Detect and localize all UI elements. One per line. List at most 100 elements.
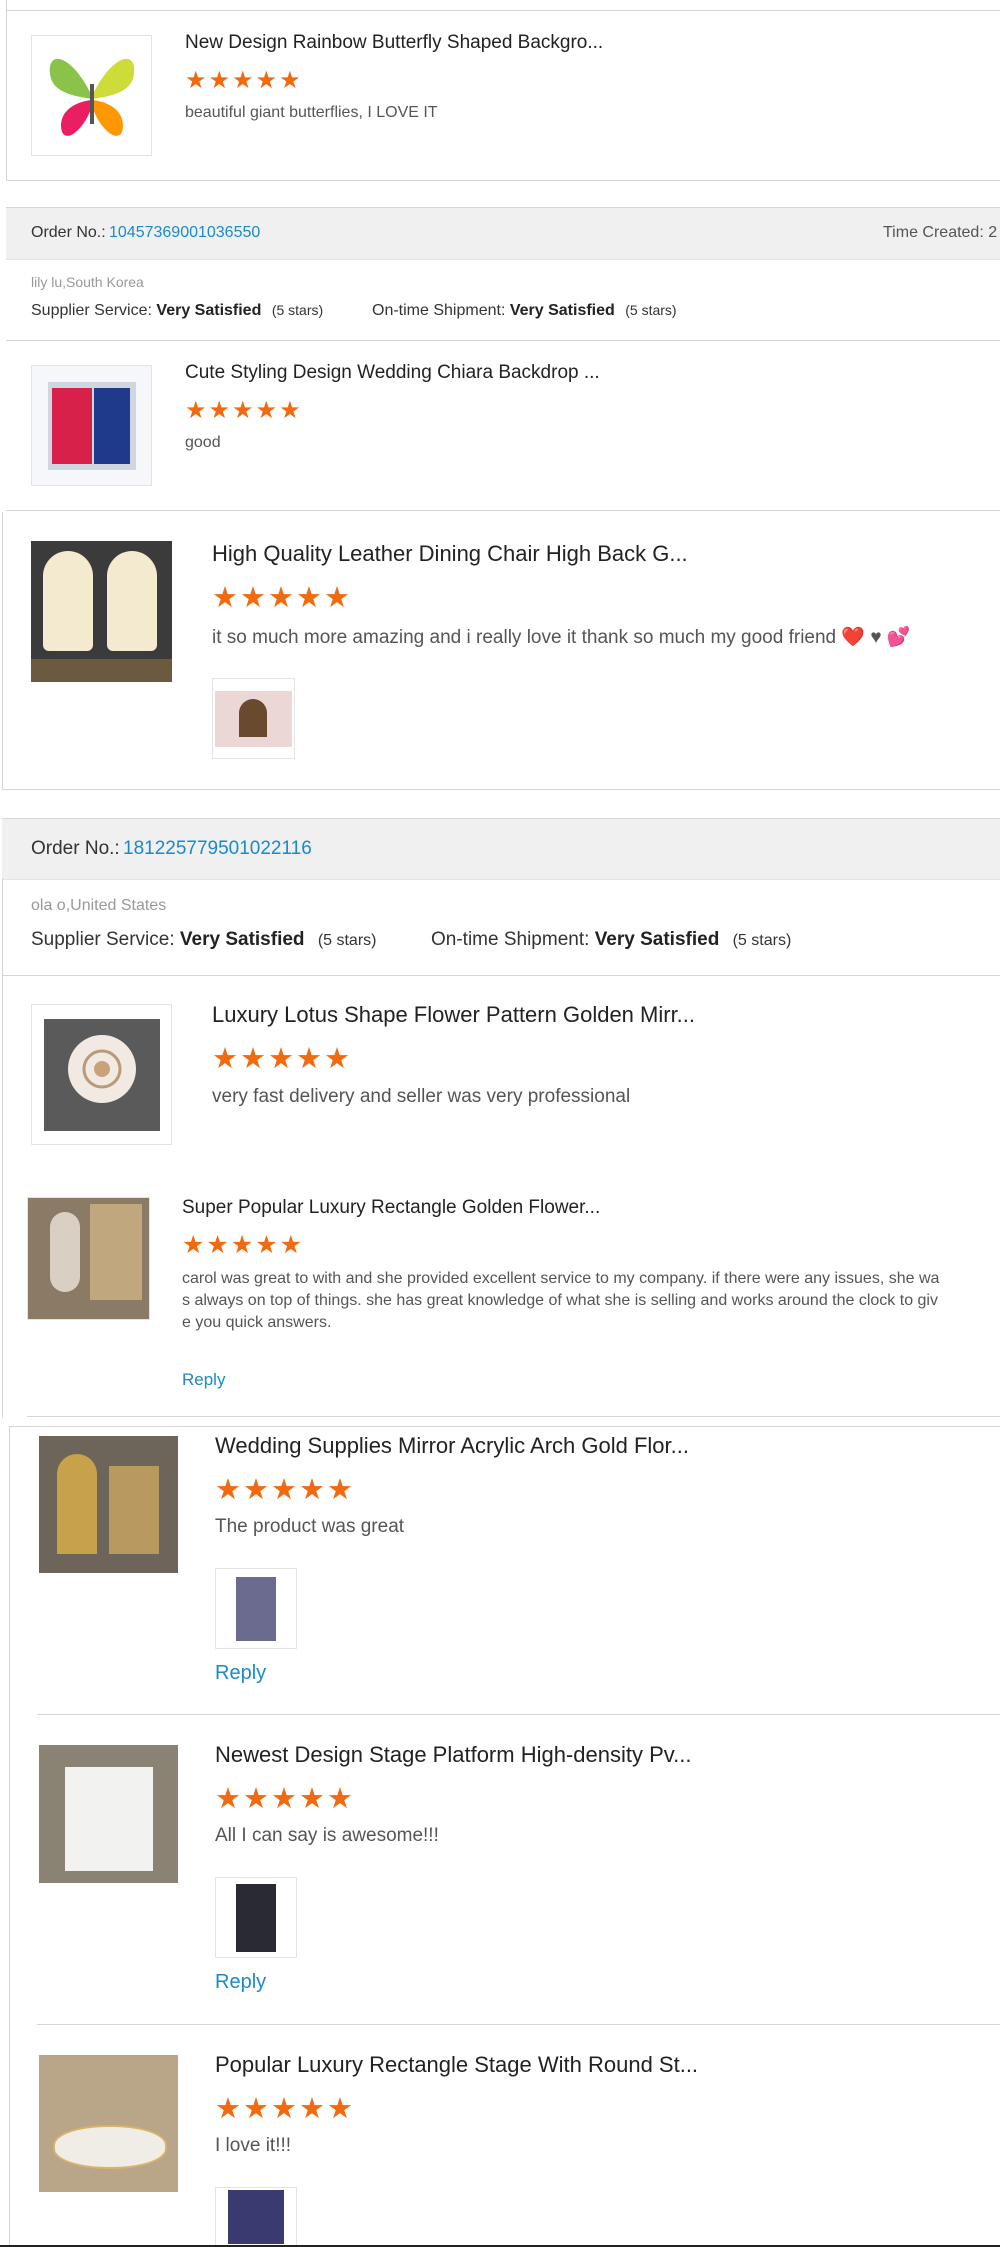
- floor: [31, 659, 172, 682]
- product-title[interactable]: High Quality Leather Dining Chair High B…: [212, 541, 688, 567]
- supplier-service-rating: Supplier Service: Very Satisfied (5 star…: [31, 302, 323, 320]
- divider: [6, 340, 1000, 341]
- review-photo[interactable]: [215, 2187, 297, 2247]
- order-header: Order No.: 10457369001036550 Time Create…: [6, 207, 1000, 260]
- shipment-value: Very Satisfied: [594, 929, 720, 950]
- buyer-info: ola o,United States: [31, 897, 167, 914]
- divider: [6, 180, 1000, 181]
- divider: [37, 2024, 1000, 2025]
- divider: [6, 10, 1000, 11]
- chair-back-left: [43, 551, 93, 651]
- product-title[interactable]: Wedding Supplies Mirror Acrylic Arch Gol…: [215, 1433, 689, 1459]
- order-label: Order No.:: [31, 838, 120, 859]
- shipment-stars: (5 stars): [732, 932, 792, 949]
- product-image-chair[interactable]: [31, 541, 172, 682]
- shipment-label: On-time Shipment:: [372, 302, 506, 319]
- divider: [6, 510, 1000, 511]
- product-photo: [44, 1019, 160, 1131]
- divider: [9, 1426, 10, 2247]
- product-title[interactable]: Cute Styling Design Wedding Chiara Backd…: [185, 362, 600, 384]
- divider: [37, 1714, 1000, 1715]
- rating-stars: ★★★★★: [212, 1043, 352, 1075]
- review-photo-img: [236, 1577, 276, 1641]
- supplier-service-value: Very Satisfied: [156, 302, 262, 319]
- review-text: I love it!!!: [215, 2135, 292, 2156]
- rating-stars: ★★★★★: [215, 1474, 355, 1506]
- product-title[interactable]: Super Popular Luxury Rectangle Golden Fl…: [182, 1197, 600, 1219]
- supplier-service-stars: (5 stars): [271, 302, 324, 318]
- review-text: it so much more amazing and i really lov…: [212, 627, 911, 648]
- stage-round: [53, 2125, 167, 2169]
- product-image-backdrop[interactable]: [31, 365, 152, 486]
- rating-stars: ★★★★★: [212, 582, 352, 614]
- supplier-service-stars: (5 stars): [317, 932, 377, 949]
- product-title[interactable]: Popular Luxury Rectangle Stage With Roun…: [215, 2052, 698, 2078]
- review-text: The product was great: [215, 1516, 405, 1537]
- product-image-arch[interactable]: [39, 1436, 178, 1573]
- blue-panel: [94, 388, 130, 464]
- stage-block: [65, 1767, 153, 1871]
- product-title[interactable]: Luxury Lotus Shape Flower Pattern Golden…: [212, 1002, 695, 1028]
- review-photo-img: [236, 1884, 276, 1952]
- divider: [27, 1416, 1000, 1417]
- red-panel: [52, 388, 92, 464]
- review-text: very fast delivery and seller was very p…: [212, 1086, 631, 1107]
- supplier-service-rating: Supplier Service: Very Satisfied (5 star…: [31, 929, 376, 951]
- review-text: good: [185, 434, 221, 451]
- lotus-icon: [68, 1035, 136, 1103]
- review-photo[interactable]: [212, 678, 295, 759]
- chair-back-right: [107, 551, 157, 651]
- rating-stars: ★★★★★: [185, 397, 303, 424]
- order-label: Order No.:: [31, 224, 106, 241]
- order-number-link[interactable]: 181225779501022116: [123, 838, 312, 860]
- product-title[interactable]: New Design Rainbow Butterfly Shaped Back…: [185, 32, 603, 54]
- review-photo[interactable]: [215, 1568, 297, 1649]
- divider: [2, 789, 1000, 790]
- shipment-value: Very Satisfied: [509, 302, 615, 319]
- product-image-lotus[interactable]: [31, 1004, 172, 1145]
- mirror-shape: [50, 1212, 80, 1292]
- product-photo: [48, 382, 136, 470]
- butterfly-icon: [49, 58, 135, 136]
- shipment-rating: On-time Shipment: Very Satisfied (5 star…: [431, 929, 791, 951]
- shipment-stars: (5 stars): [625, 302, 677, 318]
- product-image-round-stage[interactable]: [39, 2055, 178, 2192]
- arch-gold: [57, 1454, 97, 1554]
- order-header: Order No.: 181225779501022116: [2, 818, 1000, 880]
- divider: [2, 975, 1000, 976]
- review-photo-img: [228, 2190, 284, 2244]
- review-line: s always on top of things. she has great…: [182, 1292, 938, 1309]
- supplier-service-value: Very Satisfied: [179, 929, 305, 950]
- supplier-service-label: Supplier Service:: [31, 302, 152, 319]
- buyer-info: lily lu,South Korea: [31, 274, 144, 290]
- supplier-service-label: Supplier Service:: [31, 929, 175, 950]
- rating-stars: ★★★★★: [185, 67, 303, 94]
- rating-stars: ★★★★★: [182, 1231, 305, 1259]
- panel-shape: [90, 1204, 142, 1300]
- shipment-rating: On-time Shipment: Very Satisfied (5 star…: [372, 302, 677, 320]
- arch-shape: [239, 699, 267, 737]
- divider: [2, 512, 3, 790]
- rating-stars: ★★★★★: [215, 2093, 355, 2125]
- review-line: e you quick answers.: [182, 1314, 332, 1331]
- rating-stars: ★★★★★: [215, 1783, 355, 1815]
- reply-link[interactable]: Reply: [215, 1662, 266, 1685]
- shipment-label: On-time Shipment:: [431, 929, 590, 950]
- time-created: Time Created: 2: [883, 224, 998, 241]
- divider: [2, 878, 3, 1418]
- reply-link[interactable]: Reply: [182, 1370, 225, 1390]
- review-text: All I can say is awesome!!!: [215, 1825, 439, 1846]
- review-line: carol was great to with and she provided…: [182, 1270, 940, 1287]
- product-image-stage[interactable]: [39, 1745, 178, 1883]
- arch-panel: [109, 1466, 159, 1554]
- review-text: carol was great to with and she provided…: [182, 1268, 939, 1334]
- review-photo[interactable]: [215, 1877, 297, 1958]
- review-photo-img: [215, 691, 292, 747]
- product-title[interactable]: Newest Design Stage Platform High-densit…: [215, 1742, 691, 1768]
- product-image-butterfly[interactable]: [31, 35, 152, 156]
- product-image-golden-flower[interactable]: [27, 1197, 150, 1320]
- review-text: beautiful giant butterflies, I LOVE IT: [185, 104, 438, 121]
- reply-link[interactable]: Reply: [215, 1971, 266, 1994]
- divider: [9, 1426, 1000, 1427]
- order-number-link[interactable]: 10457369001036550: [109, 224, 260, 242]
